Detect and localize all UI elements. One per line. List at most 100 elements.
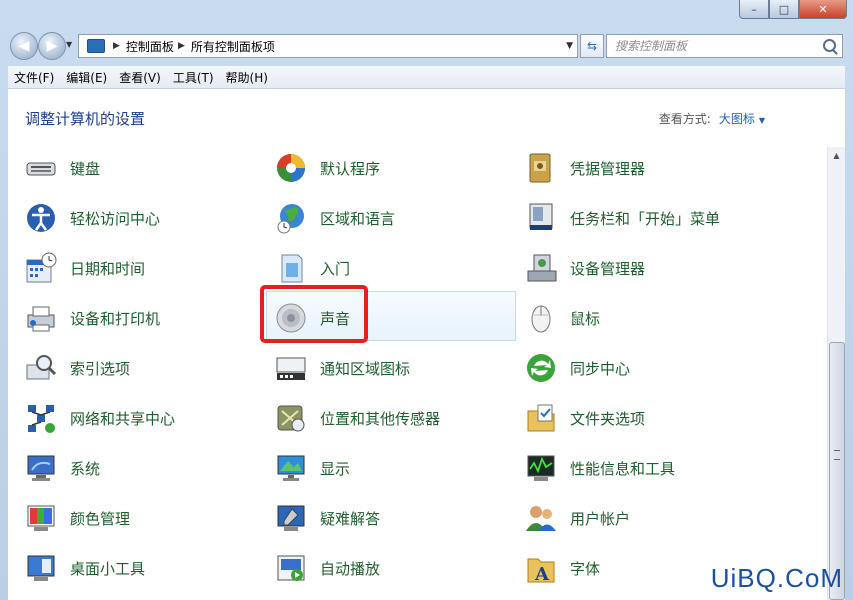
control-panel-item-label: 位置和其他传感器 <box>320 409 441 428</box>
control-panel-item[interactable]: 显示 <box>274 450 350 486</box>
control-panel-item-label: 索引选项 <box>70 359 131 378</box>
control-panel-item[interactable]: A 字体 <box>524 550 600 586</box>
menu-edit[interactable]: 编辑(E) <box>60 69 113 86</box>
autoplay-icon <box>274 551 308 585</box>
control-panel-item[interactable]: 网络和共享中心 <box>24 400 175 436</box>
control-panel-item-label: 轻松访问中心 <box>70 209 161 228</box>
control-panel-item[interactable]: 区域和语言 <box>274 200 395 236</box>
device-manager-icon <box>524 251 558 285</box>
menu-bar: 文件(F) 编辑(E) 查看(V) 工具(T) 帮助(H) <box>8 66 845 89</box>
credential-manager-icon <box>524 151 558 185</box>
recent-pages-dropdown[interactable]: ▼ <box>66 40 72 49</box>
performance-icon <box>524 451 558 485</box>
control-panel-item-label: 鼠标 <box>570 309 601 328</box>
control-panel-item-label: 入门 <box>320 259 351 278</box>
system-icon <box>24 451 58 485</box>
user-accounts-icon <box>524 501 558 535</box>
menu-help[interactable]: 帮助(H) <box>220 69 274 86</box>
control-panel-item-label: 区域和语言 <box>320 209 396 228</box>
view-mode-dropdown[interactable]: 大图标 <box>719 112 755 126</box>
control-panel-item[interactable]: 鼠标 <box>524 300 600 336</box>
control-panel-item-label: 性能信息和工具 <box>570 459 676 478</box>
chevron-right-icon[interactable]: ▶ <box>178 41 185 51</box>
control-panel-item-label: 字体 <box>570 559 601 578</box>
control-panel-item[interactable]: 颜色管理 <box>24 500 130 536</box>
maximize-button[interactable]: □ <box>769 0 799 19</box>
control-panel-item[interactable]: 日期和时间 <box>24 250 145 286</box>
control-panel-item[interactable]: 入门 <box>274 250 350 286</box>
breadcrumb-control-panel[interactable]: 控制面板 <box>126 38 174 55</box>
folder-options-icon <box>524 401 558 435</box>
ease-of-access-icon <box>24 201 58 235</box>
control-panel-item[interactable]: 设备和打印机 <box>24 300 160 336</box>
gadgets-icon <box>24 551 58 585</box>
control-panel-item[interactable]: 用户帐户 <box>524 500 630 536</box>
back-button[interactable]: ◀ <box>10 32 38 60</box>
control-panel-item[interactable]: 疑难解答 <box>274 500 380 536</box>
control-panel-item-label: 颜色管理 <box>70 509 131 528</box>
search-input[interactable] <box>607 36 815 56</box>
control-panel-item[interactable]: 凭据管理器 <box>524 150 645 186</box>
chevron-down-icon[interactable]: ▼ <box>759 116 765 125</box>
color-management-icon <box>24 501 58 535</box>
getting-started-icon <box>274 251 308 285</box>
breadcrumb-all-items[interactable]: 所有控制面板项 <box>191 38 275 55</box>
search-box[interactable] <box>606 34 843 58</box>
arrow-left-icon: ◀ <box>18 38 30 54</box>
forward-button[interactable]: ▶ <box>38 32 66 60</box>
chevron-right-icon[interactable]: ▶ <box>113 41 120 51</box>
control-panel-item[interactable]: 自动播放 <box>274 550 380 586</box>
control-panel-item[interactable]: 桌面小工具 <box>24 550 145 586</box>
control-panel-item[interactable]: 索引选项 <box>24 350 130 386</box>
control-panel-item[interactable]: 设备管理器 <box>524 250 645 286</box>
caption-buttons: – □ ✕ <box>739 0 847 20</box>
menu-file[interactable]: 文件(F) <box>8 69 60 86</box>
control-panel-item-label: 凭据管理器 <box>570 159 646 178</box>
sync-center-icon <box>524 351 558 385</box>
watermark: UiBQ.CoM <box>710 563 843 593</box>
notification-area-icon <box>274 351 308 385</box>
menu-tools[interactable]: 工具(T) <box>167 69 220 86</box>
control-panel-item[interactable]: 系统 <box>24 450 100 486</box>
menu-view[interactable]: 查看(V) <box>113 69 167 86</box>
control-panel-item-label: 疑难解答 <box>320 509 381 528</box>
control-panel-item-label: 桌面小工具 <box>70 559 146 578</box>
indexing-icon <box>24 351 58 385</box>
control-panel-item-label: 日期和时间 <box>70 259 146 278</box>
keyboard-icon <box>24 151 58 185</box>
vertical-scrollbar[interactable]: ▲ <box>827 147 845 600</box>
view-mode: 查看方式: 大图标 ▼ <box>659 110 765 127</box>
address-dropdown-icon[interactable]: ▼ <box>566 41 573 51</box>
control-panel-item[interactable]: 轻松访问中心 <box>24 200 160 236</box>
address-bar[interactable]: ▶ 控制面板 ▶ 所有控制面板项 ▼ <box>78 34 578 58</box>
control-panel-item[interactable]: 位置和其他传感器 <box>274 400 440 436</box>
control-panel-item[interactable]: 通知区域图标 <box>274 350 410 386</box>
view-mode-label: 查看方式: <box>658 112 711 126</box>
control-panel-item-label: 同步中心 <box>570 359 631 378</box>
arrow-right-icon: ▶ <box>46 38 58 54</box>
mouse-icon <box>524 301 558 335</box>
date-time-icon <box>24 251 58 285</box>
control-panel-item-label: 默认程序 <box>320 159 381 178</box>
search-icon[interactable] <box>823 39 836 52</box>
control-panel-item-label: 声音 <box>320 309 351 328</box>
control-panel-item[interactable]: 同步中心 <box>524 350 630 386</box>
control-panel-item-label: 系统 <box>70 459 101 478</box>
control-panel-item[interactable]: 键盘 <box>24 150 100 186</box>
control-panel-item-label: 用户帐户 <box>570 509 631 528</box>
scroll-up-icon[interactable]: ▲ <box>828 147 845 164</box>
control-panel-item[interactable]: 任务栏和「开始」菜单 <box>524 200 720 236</box>
control-panel-item[interactable]: 性能信息和工具 <box>524 450 675 486</box>
scroll-thumb[interactable] <box>829 342 845 600</box>
minimize-button[interactable]: – <box>739 0 769 19</box>
speaker-icon <box>274 301 308 335</box>
taskbar-icon <box>524 201 558 235</box>
close-button[interactable]: ✕ <box>799 0 847 19</box>
default-programs-icon <box>274 151 308 185</box>
control-panel-item[interactable]: 默认程序 <box>274 150 380 186</box>
refresh-button[interactable]: ⇆ <box>580 34 604 58</box>
control-panel-item[interactable]: 声音 <box>274 300 350 336</box>
refresh-icon: ⇆ <box>586 39 598 53</box>
control-panel-icon <box>87 39 105 53</box>
control-panel-item[interactable]: 文件夹选项 <box>524 400 645 436</box>
